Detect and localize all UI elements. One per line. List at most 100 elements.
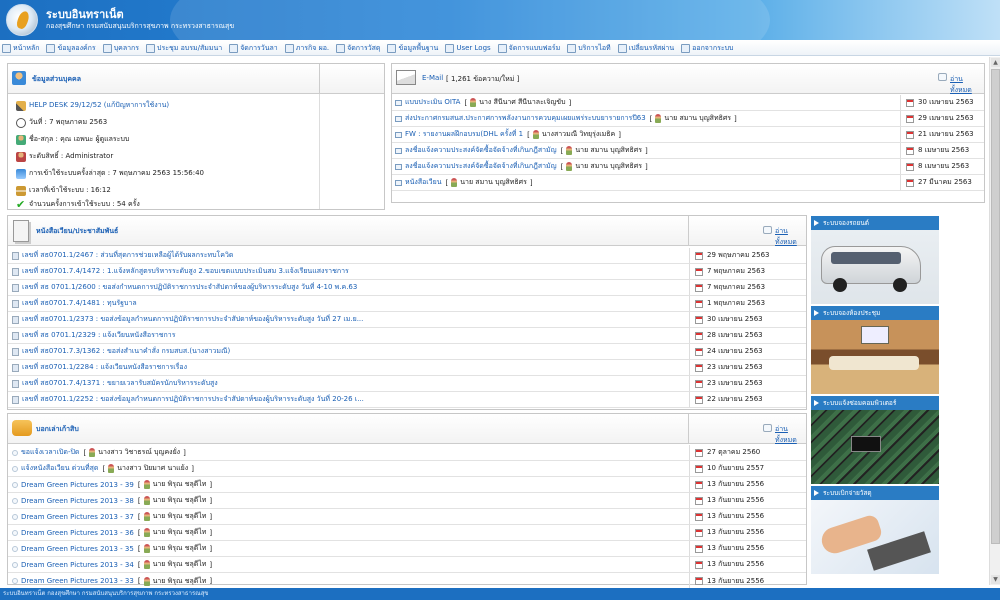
menu-user-logs[interactable]: User Logs (445, 43, 491, 53)
side-room-booking-label[interactable]: ระบบจองห้องประชุม (811, 306, 939, 320)
scroll-up-arrow[interactable]: ▲ (991, 58, 1000, 67)
board-row[interactable]: Dream Green Pictures 2013 - 35[นาย พิรุณ… (8, 541, 689, 557)
board-row[interactable]: ขอแจ้งเวลาเปิด-ปิด [นางสาว วิชาธรณ์ บุญคง… (8, 445, 689, 461)
menu-change-password[interactable]: เปลี่ยนรหัสผ่าน (617, 43, 674, 54)
menu-logout[interactable]: ออกจากระบบ (681, 43, 733, 54)
person-icon (89, 448, 96, 457)
side-car-booking[interactable]: ระบบจองรถยนต์ (811, 216, 939, 304)
menu-leave[interactable]: จัดการวันลา (229, 43, 278, 54)
email-date-text: 8 เมษายน 2563 (918, 146, 970, 154)
board-person: นางสาว ปิยมาศ นาแย้ง (117, 464, 189, 472)
helpdesk-text[interactable]: HELP DESK 29/12/52 (แก้ปัญหาการใช้งาน) (29, 100, 169, 111)
board-link[interactable]: แจ้งหนังสือเวียน ด่วนที่สุด (21, 463, 98, 474)
board-row[interactable]: Dream Green Pictures 2013 - 39[นาย พิรุณ… (8, 477, 689, 493)
circular-row[interactable]: เลขที่ สธ 0701.1/2600 : ขอส่งกำหนดการปฏิ… (8, 280, 689, 296)
van-image[interactable] (811, 230, 939, 304)
side-supply-request[interactable]: ระบบเบิกจ่ายวัสดุ (811, 486, 939, 574)
board-row[interactable]: Dream Green Pictures 2013 - 33[นาย พิรุณ… (8, 573, 689, 589)
circular-link[interactable]: เลขที่ สธ0701.1/2467 : ส่วนที่สุดการช่วย… (22, 250, 233, 261)
bracket-close: ] (209, 496, 213, 505)
board-link[interactable]: Dream Green Pictures 2013 - 34 (21, 561, 134, 569)
email-subject[interactable]: ส่งประกาศกรมสนส.ประกาศการพลังงานการควบคุ… (405, 113, 646, 124)
vertical-scrollbar[interactable]: ▲ ▼ (989, 57, 1000, 585)
scroll-thumb[interactable] (991, 69, 1000, 544)
circular-link[interactable]: เลขที่ สธ 0701.1/2600 : ขอส่งกำหนดการปฏิ… (22, 282, 357, 293)
circular-row[interactable]: เลขที่ สธ0701.1/2467 : ส่วนที่สุดการช่วย… (8, 248, 689, 264)
personal-divider (319, 94, 320, 209)
board-row[interactable]: Dream Green Pictures 2013 - 38[นาย พิรุณ… (8, 493, 689, 509)
side-supply-request-label[interactable]: ระบบเบิกจ่ายวัสดุ (811, 486, 939, 500)
circular-link[interactable]: เลขที่ สธ0701.7.3/1362 : ขอส่งสำเนาคำสั่… (22, 346, 230, 357)
board-link[interactable]: Dream Green Pictures 2013 - 39 (21, 481, 134, 489)
circular-link[interactable]: เลขที่ สธ0701.7.4/1371 : ขยายเวลารับสมัค… (22, 378, 218, 389)
board-link[interactable]: Dream Green Pictures 2013 - 36 (21, 529, 134, 537)
email-subject[interactable]: แบบประเมิน OITA (405, 97, 460, 108)
doc-icon (12, 315, 19, 324)
circular-row[interactable]: เลขที่ สธ0701.7.4/1481 : ทุนรัฐบาล (8, 296, 689, 312)
helpdesk-link[interactable]: HELP DESK 29/12/52 (แก้ปัญหาการใช้งาน) (16, 100, 169, 111)
circular-date: 28 เมษายน 2563 (689, 328, 806, 344)
board-link[interactable]: ขอแจ้งเวลาเปิด-ปิด (21, 447, 79, 458)
menu-forms[interactable]: จัดการแบบฟอร์ม (497, 43, 560, 54)
circular-link[interactable]: เลขที่ สธ 0701.1/2329 : แจ้งเวียนหนังสือ… (22, 330, 175, 341)
side-computer-repair[interactable]: ระบบแจ้งซ่อมคอมพิวเตอร์ (811, 396, 939, 484)
email-row[interactable]: หนังสือเวียน[นาย สมาน บุญสิทธิศร] (392, 175, 900, 191)
circular-row[interactable]: เลขที่ สธ0701.7.4/1472 : 1.แจ้งหลักสูตรบ… (8, 264, 689, 280)
circular-link[interactable]: เลขที่ สธ0701.7.4/1472 : 1.แจ้งหลักสูตรบ… (22, 266, 349, 277)
email-row[interactable]: ส่งประกาศกรมสนส.ประกาศการพลังงานการควบคุ… (392, 111, 900, 127)
menu-supplies[interactable]: จัดการวัสดุ (336, 43, 380, 54)
email-title[interactable]: E-Mail (422, 74, 443, 82)
board-link[interactable]: Dream Green Pictures 2013 - 37 (21, 513, 134, 521)
circular-row[interactable]: เลขที่ สธ0701.1/2373 : ขอส่งข้อมูลกำหนดก… (8, 312, 689, 328)
board-row[interactable]: แจ้งหนังสือเวียน ด่วนที่สุด [นางสาว ปิยมา… (8, 461, 689, 477)
menu-meeting[interactable]: ประชุม อบรม/สัมมนา (146, 43, 222, 54)
circular-row[interactable]: เลขที่ สธ0701.1/2252 : ขอส่งข้อมูลกำหนดก… (8, 392, 689, 408)
menu-base-data[interactable]: ข้อมูลพื้นฐาน (387, 43, 438, 54)
board-person: นาย พิรุณ ชลุดีไท (152, 512, 207, 520)
email-row[interactable]: ลงชื่อแจ้งความประสงค์จัดซื้อจัดจ้างที่เก… (392, 143, 900, 159)
email-subject[interactable]: หนังสือเวียน (405, 177, 442, 188)
board-person: นาย พิรุณ ชลุดีไท (152, 544, 207, 552)
email-subject[interactable]: FW : รายงานผลฝึกอบรม(DHL ครั้งที่ 1 (405, 129, 523, 140)
circular-link[interactable]: เลขที่ สธ0701.7.4/1481 : ทุนรัฐบาล (22, 298, 137, 309)
menu-it-service[interactable]: บริการไอที (567, 43, 611, 54)
circular-row[interactable]: เลขที่ สธ0701.7.3/1362 : ขอส่งสำเนาคำสั่… (8, 344, 689, 360)
board-read-all[interactable]: อ่านทั้งหมด (775, 424, 806, 446)
board-link[interactable]: Dream Green Pictures 2013 - 38 (21, 497, 134, 505)
board-row[interactable]: Dream Green Pictures 2013 - 34[นาย พิรุณ… (8, 557, 689, 573)
circulars-read-all[interactable]: อ่านทั้งหมด (775, 226, 806, 248)
logo[interactable] (6, 4, 38, 36)
menu-organization[interactable]: ข้อมูลองค์กร (46, 43, 96, 54)
side-room-booking[interactable]: ระบบจองห้องประชุม (811, 306, 939, 394)
menu-home[interactable]: หน้าหลัก (2, 43, 39, 54)
hands-keyboard-image[interactable] (811, 500, 939, 574)
email-row[interactable]: ลงชื่อแจ้งความประสงค์จัดซื้อจัดจ้างที่เก… (392, 159, 900, 175)
scroll-down-arrow[interactable]: ▼ (991, 575, 1000, 584)
circular-link[interactable]: เลขที่ สธ0701.1/2252 : ขอส่งข้อมูลกำหนดก… (22, 394, 364, 405)
bracket-close: ] (529, 178, 533, 187)
circular-link[interactable]: เลขที่ สธ0701.1/2284 : แจ้งเวียนหนังสือร… (22, 362, 187, 373)
email-sender: นาย สมาน บุญสิทธิศร (575, 146, 643, 154)
menu-director-task[interactable]: ภารกิจ ผอ. (284, 43, 329, 54)
circuit-board-image[interactable] (811, 410, 939, 484)
board-link[interactable]: Dream Green Pictures 2013 - 33 (21, 577, 134, 585)
email-read-all[interactable]: อ่านทั้งหมด (950, 74, 984, 96)
circular-row[interactable]: เลขที่ สธ 0701.1/2329 : แจ้งเวียนหนังสือ… (8, 328, 689, 344)
chat-icon (938, 73, 947, 81)
bracket-close: ] (209, 512, 213, 521)
email-subject[interactable]: ลงชื่อแจ้งความประสงค์จัดซื้อจัดจ้างที่เก… (405, 161, 557, 172)
email-row[interactable]: แบบประเมิน OITA [นาง สีนีนาศ สีนีนาละเจิญ… (392, 95, 900, 111)
email-row[interactable]: FW : รายงานผลฝึกอบรม(DHL ครั้งที่ 1 [นางส… (392, 127, 900, 143)
bullet-icon (12, 578, 18, 584)
meeting-room-image[interactable] (811, 320, 939, 394)
board-link[interactable]: Dream Green Pictures 2013 - 35 (21, 545, 134, 553)
side-car-booking-label[interactable]: ระบบจองรถยนต์ (811, 216, 939, 230)
board-row[interactable]: Dream Green Pictures 2013 - 37[นาย พิรุณ… (8, 509, 689, 525)
side-computer-repair-label[interactable]: ระบบแจ้งซ่อมคอมพิวเตอร์ (811, 396, 939, 410)
circular-row[interactable]: เลขที่ สธ0701.7.4/1371 : ขยายเวลารับสมัค… (8, 376, 689, 392)
board-row[interactable]: Dream Green Pictures 2013 - 36[นาย พิรุณ… (8, 525, 689, 541)
menu-personnel[interactable]: บุคลากร (102, 43, 139, 54)
circular-row[interactable]: เลขที่ สธ0701.1/2284 : แจ้งเวียนหนังสือร… (8, 360, 689, 376)
circular-link[interactable]: เลขที่ สธ0701.1/2373 : ขอส่งข้อมูลกำหนดก… (22, 314, 363, 325)
email-subject[interactable]: ลงชื่อแจ้งความประสงค์จัดซื้อจัดจ้างที่เก… (405, 145, 557, 156)
